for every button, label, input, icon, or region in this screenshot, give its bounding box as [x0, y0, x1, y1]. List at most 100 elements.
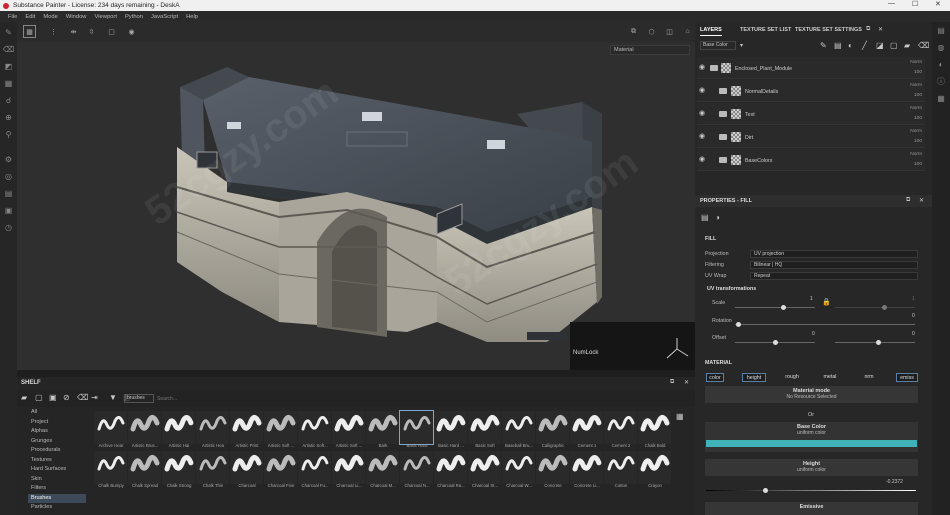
- menu-file[interactable]: File: [8, 14, 17, 20]
- render-icon[interactable]: ◫: [663, 25, 676, 38]
- tab-layers[interactable]: LAYERS: [700, 24, 722, 36]
- category-all[interactable]: All: [28, 408, 86, 418]
- hide-icon[interactable]: ⊘: [63, 393, 70, 402]
- brush-thumbnail[interactable]: [570, 411, 603, 444]
- layer-row[interactable]: ◉ BaseColors Norm 100: [697, 149, 925, 171]
- mirror-x-icon[interactable]: ⇹: [67, 25, 80, 38]
- menu-edit[interactable]: Edit: [25, 14, 35, 20]
- uv-wrap-select[interactable]: Repeat: [750, 272, 918, 280]
- menu-javascript[interactable]: JavaScript: [151, 14, 178, 20]
- offset-slider-2[interactable]: [835, 342, 915, 343]
- visibility-eye-icon[interactable]: ◉: [699, 63, 705, 71]
- properties-float-icon[interactable]: ⧉: [906, 197, 910, 204]
- shelf-search-input[interactable]: [157, 394, 277, 403]
- smudge-icon[interactable]: ☌: [0, 92, 17, 109]
- delete-icon[interactable]: ⌫: [77, 393, 88, 402]
- brush-thumbnail[interactable]: [94, 451, 127, 484]
- projection-select[interactable]: UV projection: [750, 250, 918, 258]
- projection-icon[interactable]: ◩: [0, 58, 17, 75]
- brush-thumbnail[interactable]: [332, 451, 365, 484]
- shelf-float-icon[interactable]: ⧉: [670, 379, 674, 386]
- visibility-eye-icon[interactable]: ◉: [699, 86, 705, 94]
- scale-knob[interactable]: [781, 305, 786, 310]
- close-button[interactable]: ✕: [935, 0, 941, 8]
- brush-thumbnail[interactable]: [468, 451, 501, 484]
- category-hard-surfaces[interactable]: Hard Surfaces: [28, 465, 86, 475]
- paint-brush-icon[interactable]: ✎: [0, 24, 17, 41]
- clone-icon[interactable]: ⊕: [0, 109, 17, 126]
- height-knob[interactable]: [763, 488, 768, 493]
- layer-blend[interactable]: Norm: [902, 83, 922, 88]
- category-project[interactable]: Project: [28, 418, 86, 428]
- cube-view-icon[interactable]: ⬡: [645, 25, 658, 38]
- brush-thumbnail[interactable]: [502, 451, 535, 484]
- log-icon[interactable]: ▣: [0, 202, 17, 219]
- panel-close-icon[interactable]: ✕: [878, 26, 883, 33]
- eraser-icon[interactable]: ⌫: [0, 41, 17, 58]
- category-textures[interactable]: Textures: [28, 456, 86, 466]
- layer-opacity[interactable]: 100: [902, 162, 922, 167]
- channel-color-toggle[interactable]: color: [706, 373, 724, 382]
- layers-panel-icon[interactable]: ▤: [932, 22, 950, 39]
- save-icon[interactable]: ▣: [49, 393, 57, 402]
- brush-thumbnail[interactable]: [536, 451, 569, 484]
- grid-view-icon[interactable]: ▦: [23, 25, 36, 38]
- screenshot-icon[interactable]: ⌂: [681, 25, 694, 38]
- tab-texture-set-list[interactable]: TEXTURE SET LIST: [740, 24, 791, 36]
- brush-thumbnail[interactable]: [366, 451, 399, 484]
- offset-knob[interactable]: [773, 340, 778, 345]
- visibility-eye-icon[interactable]: ◉: [699, 132, 705, 140]
- display-icon[interactable]: ◐: [932, 56, 950, 73]
- menu-mode[interactable]: Mode: [43, 14, 58, 20]
- display-settings-icon[interactable]: ⚙: [0, 151, 17, 168]
- brush-thumbnail[interactable]: [638, 411, 671, 444]
- menu-window[interactable]: Window: [66, 14, 87, 20]
- brush-thumbnail[interactable]: [638, 451, 671, 484]
- category-brushes[interactable]: Brushes: [28, 493, 86, 503]
- grid-size-icon[interactable]: ▦: [676, 412, 684, 421]
- category-alphas[interactable]: Alphas: [28, 427, 86, 437]
- brush-thumbnail[interactable]: [230, 451, 263, 484]
- import-icon[interactable]: ⇥: [91, 393, 98, 402]
- material-sphere-icon[interactable]: ◑: [715, 213, 720, 222]
- channel-metal-toggle[interactable]: metal: [820, 373, 840, 382]
- tab-texture-set-settings[interactable]: TEXTURE SET SETTINGS: [795, 24, 862, 36]
- layer-row[interactable]: ◉ Dirt Norm 100: [697, 126, 925, 148]
- category-grunges[interactable]: Grunges: [28, 437, 86, 447]
- brush-thumbnail[interactable]: [298, 451, 331, 484]
- brush-thumbnail[interactable]: [196, 451, 229, 484]
- trash-icon[interactable]: ⌫: [918, 41, 929, 50]
- camera-icon[interactable]: ◉: [125, 25, 138, 38]
- mask-icon[interactable]: ◪: [876, 41, 884, 50]
- rotation-slider[interactable]: [735, 324, 915, 325]
- history-icon[interactable]: ◷: [0, 219, 17, 236]
- brush-thumbnail[interactable]: [128, 451, 161, 484]
- layer-opacity[interactable]: 100: [902, 93, 922, 98]
- channel-emiss-toggle[interactable]: emiss: [896, 373, 918, 382]
- layer-opacity[interactable]: 100: [902, 139, 922, 144]
- brush-thumbnail[interactable]: [128, 411, 161, 444]
- brush-thumbnail[interactable]: [162, 451, 195, 484]
- filter-icon[interactable]: ▼: [109, 393, 117, 402]
- folder-icon[interactable]: ▰: [21, 393, 27, 402]
- category-particles[interactable]: Particles: [28, 503, 86, 513]
- rotation-knob[interactable]: [736, 322, 741, 327]
- brush-thumbnail[interactable]: [162, 411, 195, 444]
- crop-icon[interactable]: ⧉: [627, 25, 640, 38]
- layer-channel-select[interactable]: Base Color: [700, 41, 736, 50]
- layer-blend[interactable]: Norm: [902, 152, 922, 157]
- filter-tag[interactable]: brushes: [124, 394, 154, 403]
- layer-blend[interactable]: Norm: [902, 60, 922, 65]
- properties-close-icon[interactable]: ✕: [919, 197, 924, 204]
- channel-rough-toggle[interactable]: rough: [782, 373, 802, 382]
- folder-add-icon[interactable]: ▰: [904, 41, 910, 50]
- brush-layer-icon[interactable]: ✎: [820, 41, 827, 50]
- bake-icon[interactable]: ▤: [0, 185, 17, 202]
- channel-nrm-toggle[interactable]: nrm: [860, 373, 878, 382]
- symmetry-icon[interactable]: ⋮: [47, 25, 60, 38]
- fill-properties-icon[interactable]: ▤: [701, 213, 709, 222]
- paint-icon[interactable]: ╱: [862, 41, 867, 50]
- brush-thumbnail[interactable]: [604, 411, 637, 444]
- uv-transformations-header[interactable]: UV transformations: [707, 286, 756, 292]
- layer-blend[interactable]: Norm: [902, 129, 922, 134]
